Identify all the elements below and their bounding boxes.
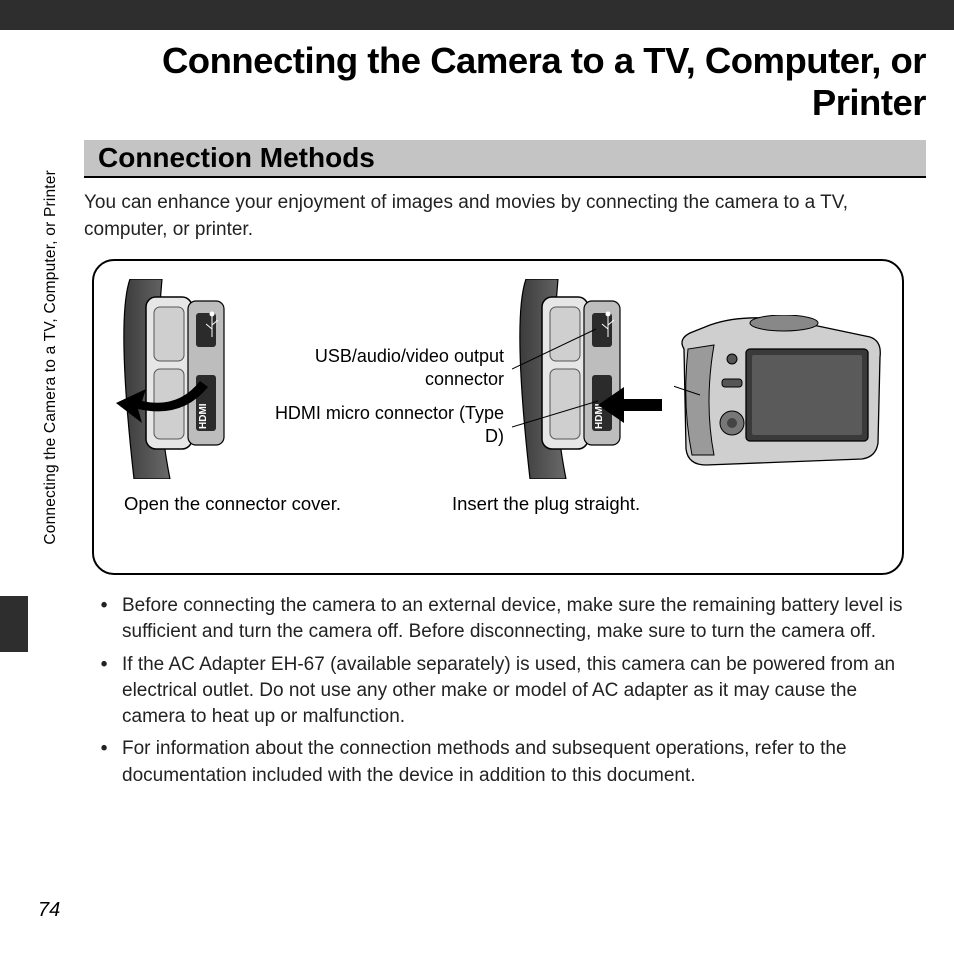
svg-text:HDMI: HDMI — [198, 403, 209, 429]
page-content: Connecting the Camera to a TV, Computer,… — [0, 30, 954, 789]
top-bar — [0, 0, 954, 30]
page-number: 74 — [38, 899, 60, 922]
usb-connector-label: USB/audio/video output connector — [268, 345, 504, 390]
camera-rear-illustration — [674, 315, 884, 483]
list-item: Before connecting the camera to an exter… — [118, 593, 920, 645]
open-cover-illustration: HDMI — [112, 279, 268, 479]
connection-figure: HDMI USB/audio/video output connector HD… — [92, 259, 904, 575]
insert-plug-illustration: HDMI — [512, 279, 668, 479]
list-item: If the AC Adapter EH-67 (available separ… — [118, 652, 920, 731]
section-heading: Connection Methods — [84, 140, 926, 178]
figure-caption-left: Open the connector cover. — [124, 493, 341, 515]
intro-paragraph: You can enhance your enjoyment of images… — [84, 178, 926, 259]
side-chapter-label: Connecting the Camera to a TV, Computer,… — [42, 170, 60, 545]
side-thumb-tab — [0, 596, 28, 652]
notes-list: Before connecting the camera to an exter… — [84, 593, 926, 789]
hdmi-connector-label: HDMI micro connector (Type D) — [268, 402, 504, 447]
list-item: For information about the connection met… — [118, 736, 920, 788]
chapter-title: Connecting the Camera to a TV, Computer,… — [84, 40, 926, 140]
figure-caption-right: Insert the plug straight. — [452, 493, 640, 515]
